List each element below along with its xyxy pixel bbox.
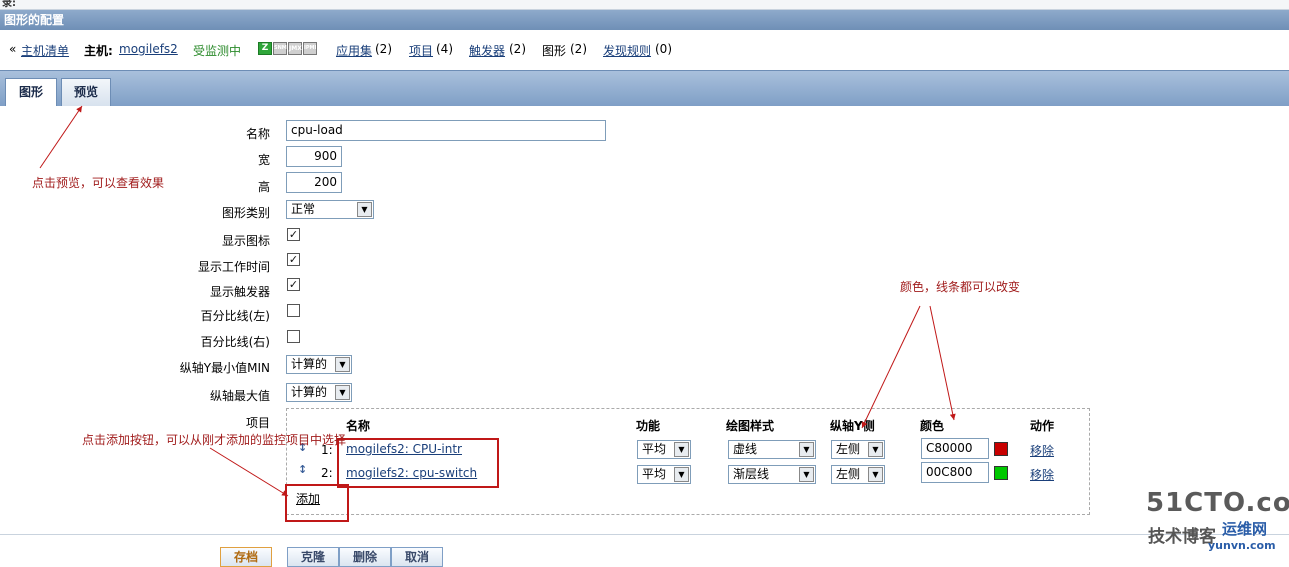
clone-button[interactable]: 克隆 bbox=[287, 547, 339, 567]
annotation-arrows bbox=[39, 105, 956, 497]
save-button[interactable]: 存档 bbox=[220, 547, 272, 567]
arrow-to-preview-tab bbox=[39, 105, 83, 169]
cancel-button[interactable]: 取消 bbox=[391, 547, 443, 567]
watermark-url: yunvn.com bbox=[1208, 539, 1276, 552]
delete-button[interactable]: 删除 bbox=[339, 547, 391, 567]
watermark-sub: 技术博客 bbox=[1148, 527, 1216, 547]
arrow-to-axis-column bbox=[861, 305, 921, 429]
bottom-divider bbox=[0, 534, 1289, 535]
watermark-site: 51CTO.com bbox=[1146, 488, 1289, 518]
arrow-to-add-link bbox=[209, 447, 289, 497]
watermark-brand: 运维网 bbox=[1222, 520, 1268, 538]
arrow-to-color-column bbox=[929, 305, 956, 421]
